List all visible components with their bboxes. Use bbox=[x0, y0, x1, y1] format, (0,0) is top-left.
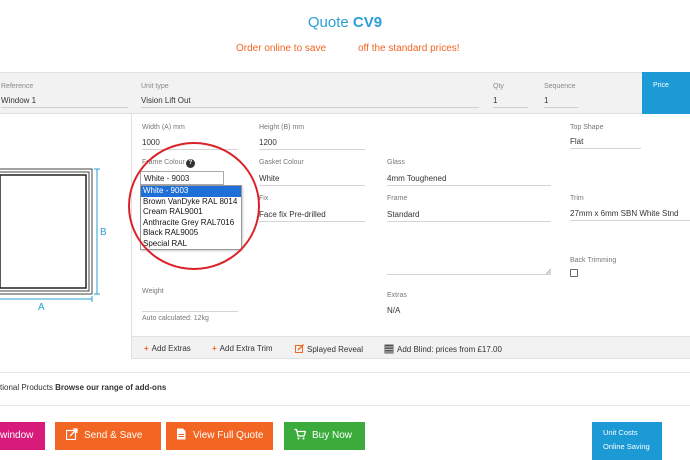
sequence-label: Sequence bbox=[544, 83, 576, 90]
middle-frame-outline bbox=[0, 171, 90, 292]
blind-icon bbox=[384, 344, 394, 354]
quote-title: Quote CV9 bbox=[0, 14, 690, 31]
height-label: Height (B) mm bbox=[259, 124, 305, 131]
frame-select[interactable]: Standard bbox=[387, 210, 551, 222]
window-button-label: window bbox=[0, 430, 34, 441]
promo-text-right: off the standard prices! bbox=[358, 43, 460, 54]
window-button[interactable]: window bbox=[0, 422, 45, 450]
add-extras-button[interactable]: + Add Extras bbox=[144, 344, 191, 353]
divider bbox=[0, 405, 690, 406]
qty-input[interactable]: 1 bbox=[493, 96, 528, 108]
frame-label: Frame bbox=[387, 195, 408, 202]
price-box: Price bbox=[642, 72, 690, 114]
trim-select[interactable]: 27mm x 6mm SBN White Stnd bbox=[570, 209, 690, 221]
height-marker: B bbox=[100, 227, 107, 238]
edit-icon bbox=[295, 344, 304, 353]
qty-label: Qty bbox=[493, 83, 504, 90]
unit-costs-label: Unit Costs bbox=[603, 428, 638, 437]
notes-textarea[interactable] bbox=[387, 240, 551, 275]
weight-input[interactable] bbox=[142, 300, 238, 312]
additional-products: tional Products Browse our range of add-… bbox=[0, 383, 166, 392]
width-marker: A bbox=[38, 302, 45, 313]
outer-frame-outline bbox=[0, 168, 93, 295]
buy-now-button[interactable]: Buy Now bbox=[284, 422, 365, 450]
window-diagram bbox=[0, 168, 100, 302]
sequence-input[interactable]: 1 bbox=[544, 96, 578, 108]
weight-note: Auto calculated: 12kg bbox=[142, 315, 209, 322]
pdf-file-icon bbox=[177, 428, 186, 440]
reference-input[interactable]: Window 1 bbox=[1, 96, 128, 108]
online-saving-label: Online Saving bbox=[603, 442, 650, 451]
fix-label: Fix bbox=[259, 195, 269, 202]
view-full-quote-label: View Full Quote bbox=[193, 430, 264, 441]
buy-now-label: Buy Now bbox=[312, 430, 353, 441]
additional-products-label: tional Products bbox=[0, 383, 53, 392]
quote-title-prefix: Quote bbox=[307, 14, 349, 31]
view-full-quote-button[interactable]: View Full Quote bbox=[166, 422, 273, 450]
glass-select[interactable]: 4mm Toughened bbox=[387, 174, 551, 186]
divider bbox=[0, 372, 690, 373]
resize-grip-icon[interactable] bbox=[545, 268, 552, 275]
unit-type-select[interactable]: Vision Lift Out bbox=[141, 96, 479, 108]
highlight-circle bbox=[128, 142, 260, 270]
send-save-button[interactable]: Send & Save bbox=[55, 422, 161, 450]
splayed-reveal-button[interactable]: Splayed Reveal bbox=[295, 344, 363, 354]
add-blind-label: Add Blind: prices from £17.00 bbox=[397, 345, 502, 354]
send-save-label: Send & Save bbox=[84, 430, 143, 441]
top-shape-label: Top Shape bbox=[570, 124, 604, 131]
fix-select[interactable]: Face fix Pre-drilled bbox=[259, 210, 365, 222]
add-extra-trim-button[interactable]: + Add Extra Trim bbox=[212, 344, 273, 353]
browse-addons-link[interactable]: Browse our range of add-ons bbox=[55, 383, 166, 392]
width-label: Width (A) mm bbox=[142, 124, 185, 131]
add-extra-trim-label: Add Extra Trim bbox=[219, 344, 273, 353]
height-input[interactable]: 1200 bbox=[259, 138, 365, 150]
top-shape-select[interactable]: Flat bbox=[570, 137, 641, 149]
inner-frame-outline bbox=[0, 174, 87, 289]
splayed-reveal-label: Splayed Reveal bbox=[307, 345, 364, 354]
promo-text-left: Order online to save bbox=[236, 43, 327, 54]
back-trimming-checkbox[interactable] bbox=[570, 269, 578, 277]
cart-icon bbox=[294, 428, 306, 440]
glass-label: Glass bbox=[387, 159, 405, 166]
gasket-colour-select[interactable]: White bbox=[259, 174, 365, 186]
share-icon bbox=[66, 428, 78, 440]
gasket-colour-label: Gasket Colour bbox=[259, 159, 304, 166]
reference-label: Reference bbox=[1, 83, 34, 90]
unit-type-label: Unit type bbox=[141, 83, 169, 90]
weight-label: Weight bbox=[142, 288, 164, 295]
quote-code: CV9 bbox=[352, 14, 383, 31]
unit-costs-panel: Unit Costs Online Saving bbox=[592, 422, 662, 460]
extras-label: Extras bbox=[387, 292, 407, 299]
back-trimming-label: Back Trimming bbox=[570, 257, 617, 264]
plus-icon: + bbox=[144, 344, 149, 353]
extras-value: N/A bbox=[387, 306, 401, 315]
plus-icon: + bbox=[212, 344, 217, 353]
extras-toolbar: + Add Extras + Add Extra Trim Splayed Reve… bbox=[131, 336, 690, 359]
trim-label: Trim bbox=[570, 195, 584, 202]
add-extras-label: Add Extras bbox=[151, 344, 191, 353]
price-label: Price bbox=[653, 82, 669, 89]
add-blind-button[interactable]: Add Blind: prices from £17.00 bbox=[384, 344, 502, 354]
